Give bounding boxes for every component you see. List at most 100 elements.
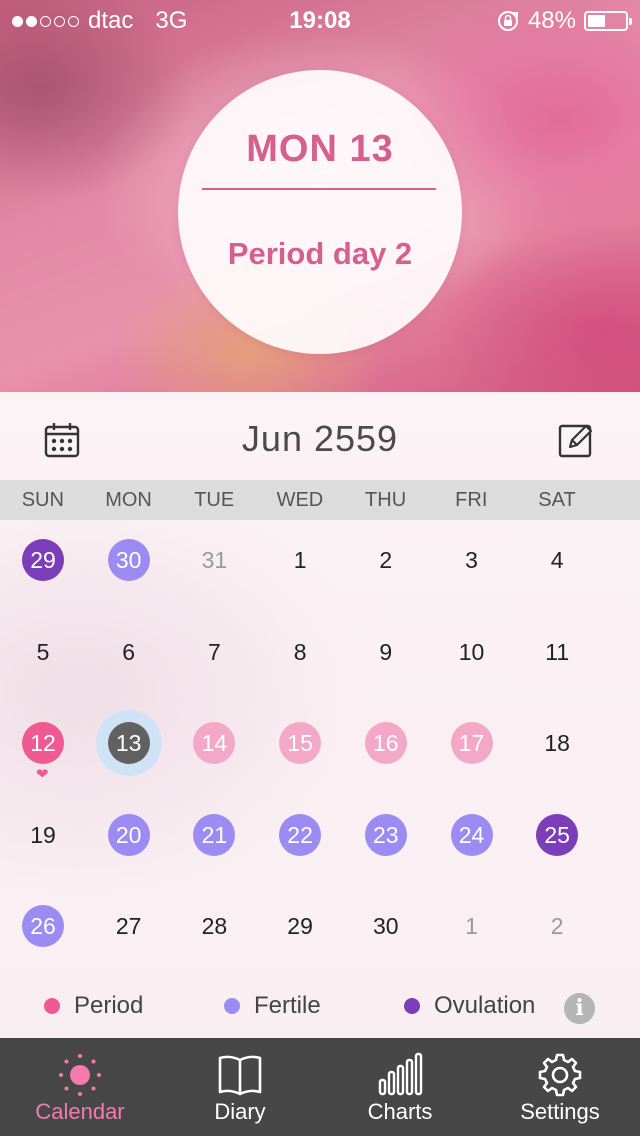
calendar-day-number: 9 xyxy=(379,638,393,665)
calendar-day[interactable]: 17 xyxy=(429,711,515,771)
calendar-day-number: 20 xyxy=(107,813,150,856)
calendar-day[interactable]: 30 xyxy=(343,894,429,954)
legend-label: Period xyxy=(74,992,144,1019)
selected-day-title: MON 13 xyxy=(246,128,394,170)
calendar-day-number: 30 xyxy=(107,539,150,581)
calendar-day-number: 30 xyxy=(373,913,399,939)
calendar-day-number: 15 xyxy=(279,722,322,764)
legend-dot xyxy=(224,998,240,1014)
calendar-day-number: 17 xyxy=(450,722,493,764)
calendar-day-number: 6 xyxy=(122,638,136,665)
calendar-day-number: 23 xyxy=(364,813,407,856)
battery-fill xyxy=(588,15,606,27)
calendar-day[interactable]: 2 xyxy=(514,894,600,954)
legend-dot xyxy=(404,998,420,1014)
calendar-day[interactable]: 29 xyxy=(257,894,343,954)
bar-chart-icon xyxy=(378,1052,423,1096)
legend: Period Fertile Ovulation i xyxy=(0,992,640,1032)
tab-label: Settings xyxy=(520,1099,600,1124)
calendar-day-number: 27 xyxy=(115,913,142,939)
calendar-day[interactable]: 2 xyxy=(343,528,429,588)
calendar-day-number: 2 xyxy=(379,547,393,573)
battery-nub xyxy=(629,18,632,25)
calendar-day-number: 21 xyxy=(193,813,236,856)
info-icon[interactable]: i xyxy=(564,993,595,1024)
calendar-day-number: 18 xyxy=(544,730,570,756)
calendar-day-number: 3 xyxy=(465,547,478,573)
calendar-day-number: 10 xyxy=(458,638,485,665)
weekday-label: FRI xyxy=(455,489,488,511)
weekday-label: MON xyxy=(105,489,152,511)
tab-settings[interactable]: Settings xyxy=(480,1038,640,1136)
calendar-day[interactable]: 24 xyxy=(429,803,515,863)
calendar-day-number: 1 xyxy=(293,547,307,573)
tab-label: Diary xyxy=(214,1099,266,1124)
calendar-day[interactable]: 14 xyxy=(171,711,257,771)
calendar-day-number: 25 xyxy=(536,813,579,856)
calendar-day-number: 19 xyxy=(30,821,56,848)
calendar-day-number: 31 xyxy=(201,547,228,573)
legend-item-fertile: Fertile xyxy=(224,992,321,1020)
calendar-day[interactable]: 19 xyxy=(0,803,86,863)
calendar-day[interactable]: 12 ❤ xyxy=(0,711,86,782)
calendar-day[interactable]: 7 xyxy=(171,620,257,680)
calendar-day[interactable]: 22 xyxy=(257,803,343,863)
battery-percent: 48% xyxy=(527,7,576,34)
status-right: 48% xyxy=(496,7,632,35)
calendar-day-number: 16 xyxy=(364,722,407,764)
tab-charts[interactable]: Charts xyxy=(320,1038,480,1136)
tab-calendar[interactable]: Calendar xyxy=(0,1038,160,1136)
month-label[interactable]: Jun 2559 xyxy=(0,418,640,460)
book-icon xyxy=(218,1055,262,1096)
calendar-day[interactable]: 16 xyxy=(343,711,429,771)
weekday-label: TUE xyxy=(194,489,235,511)
calendar-day[interactable]: 26 xyxy=(0,894,86,954)
calendar-day-number: 29 xyxy=(22,539,64,581)
calendar-day[interactable]: 21 xyxy=(171,803,257,863)
calendar-day-number: 14 xyxy=(193,722,236,764)
calendar-day[interactable]: 28 xyxy=(171,894,257,954)
calendar-day[interactable]: 29 xyxy=(0,528,86,588)
calendar-day[interactable]: 27 xyxy=(86,894,172,954)
divider xyxy=(202,188,436,190)
calendar-day[interactable]: 1 xyxy=(429,894,515,954)
calendar-day[interactable]: 30 xyxy=(86,528,172,588)
calendar-day[interactable]: 11 xyxy=(514,620,600,680)
calendar-day[interactable]: 3 xyxy=(429,528,515,588)
calendar-day[interactable]: 15 xyxy=(257,711,343,771)
legend-label: Ovulation xyxy=(434,992,536,1019)
calendar-day[interactable]: 18 xyxy=(514,711,600,771)
tab-diary[interactable]: Diary xyxy=(160,1038,320,1136)
weekday-label: SAT xyxy=(538,489,576,511)
calendar-day[interactable]: 10 xyxy=(429,620,515,680)
legend-item-period: Period xyxy=(44,992,143,1020)
calendar-day[interactable]: 31 xyxy=(171,528,257,588)
calendar-day[interactable]: 4 xyxy=(514,528,600,588)
calendar-day-number: 1 xyxy=(465,913,478,939)
calendar-day[interactable]: 1 xyxy=(257,528,343,588)
tab-label: Charts xyxy=(367,1099,433,1124)
calendar-day-number: 13 xyxy=(107,722,150,764)
weekday-label: WED xyxy=(276,489,324,511)
status-bar: dtac 3G 19:08 48% xyxy=(0,0,640,40)
cycle-status: Period day 2 xyxy=(227,236,413,271)
legend-dot xyxy=(44,998,60,1014)
calendar-day[interactable]: 20 xyxy=(86,803,172,863)
calendar-day-number: 4 xyxy=(550,547,564,573)
weekday-label: THU xyxy=(365,489,407,511)
gear-icon xyxy=(538,1053,582,1097)
calendar-day[interactable]: 5 xyxy=(0,620,86,680)
calendar-day[interactable]: 8 xyxy=(257,620,343,680)
calendar-day[interactable]: 6 xyxy=(86,620,172,680)
calendar-day[interactable]: 23 xyxy=(343,803,429,863)
weekday-label: SUN xyxy=(21,489,64,511)
day-summary-circle[interactable]: MON 13 Period day 2 xyxy=(178,70,462,354)
calendar-day[interactable]: 25 xyxy=(514,803,600,863)
calendar-day-number: 24 xyxy=(450,813,493,856)
calendar-day-number: 26 xyxy=(22,905,64,947)
calendar-day[interactable]: 9 xyxy=(343,620,429,680)
calendar-day-number: 12 xyxy=(22,722,64,764)
legend-label: Fertile xyxy=(254,992,321,1019)
calendar-day[interactable]: 13 xyxy=(86,711,172,771)
edit-note-icon[interactable] xyxy=(558,422,594,458)
